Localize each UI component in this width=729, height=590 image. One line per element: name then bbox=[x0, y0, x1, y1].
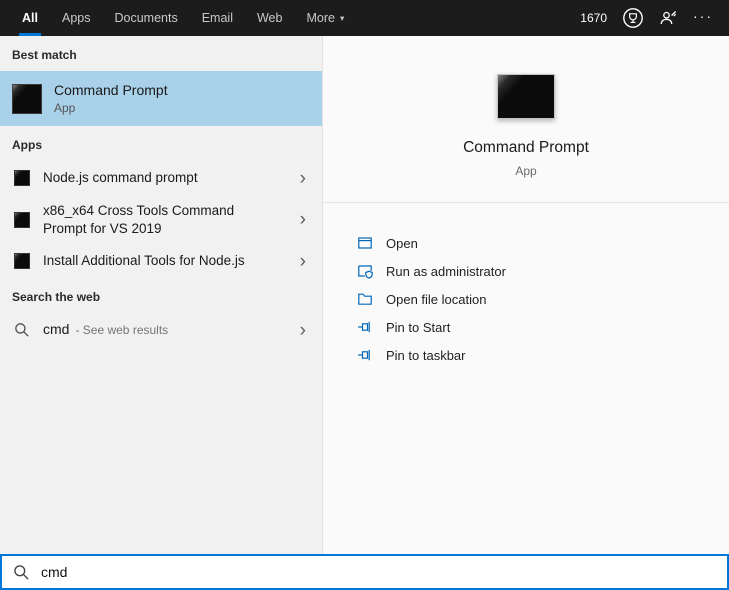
web-result-text: cmd - See web results bbox=[43, 321, 168, 339]
taskbar-search-box[interactable] bbox=[0, 554, 729, 590]
tab-more[interactable]: More ▾ bbox=[294, 0, 356, 36]
result-nodejs-command-prompt[interactable]: Node.js command prompt › bbox=[0, 161, 322, 195]
tab-more-label: More bbox=[306, 11, 335, 25]
best-match-subtitle: App bbox=[54, 101, 76, 115]
web-suffix: - See web results bbox=[75, 323, 169, 338]
action-label: Run as administrator bbox=[386, 263, 506, 279]
action-list: Open Run as administrator Open file loca… bbox=[323, 203, 729, 369]
search-icon bbox=[15, 323, 29, 337]
pin-icon bbox=[358, 321, 370, 333]
folder-icon bbox=[358, 293, 372, 305]
search-icon bbox=[14, 564, 29, 580]
result-command-prompt[interactable]: Command Prompt App bbox=[0, 71, 322, 126]
action-label: Open bbox=[386, 235, 418, 251]
search-input[interactable] bbox=[41, 564, 716, 580]
preview-title: Command Prompt bbox=[463, 139, 589, 156]
command-prompt-icon-large bbox=[497, 74, 555, 119]
pin-icon bbox=[358, 349, 370, 361]
action-pin-to-taskbar[interactable]: Pin to taskbar bbox=[357, 341, 729, 369]
preview-header: Command Prompt App bbox=[323, 36, 729, 203]
search-the-web-header: Search the web bbox=[12, 290, 101, 305]
apps-header: Apps bbox=[12, 138, 42, 152]
action-open-file-location[interactable]: Open file location bbox=[357, 285, 729, 313]
expand-chevron-icon[interactable]: › bbox=[290, 321, 316, 340]
result-title: Install Additional Tools for Node.js bbox=[43, 253, 245, 269]
action-label: Pin to taskbar bbox=[386, 347, 466, 363]
action-pin-to-start[interactable]: Pin to Start bbox=[357, 313, 729, 341]
feedback-icon[interactable] bbox=[659, 9, 678, 28]
expand-chevron-icon[interactable]: › bbox=[290, 210, 316, 229]
app-icon bbox=[14, 211, 30, 228]
filter-tabs: All Apps Documents Email Web More ▾ bbox=[0, 0, 356, 36]
result-title: x86_x64 Cross Tools Command Prompt for V… bbox=[43, 203, 235, 236]
best-match-header: Best match bbox=[12, 48, 77, 62]
expand-chevron-icon[interactable]: › bbox=[290, 252, 316, 271]
tab-email[interactable]: Email bbox=[190, 0, 245, 36]
web-query: cmd bbox=[43, 321, 70, 338]
tab-apps[interactable]: Apps bbox=[50, 0, 103, 36]
rewards-points-count: 1670 bbox=[580, 11, 607, 25]
topbar-right-cluster: 1670 ··· bbox=[580, 0, 729, 36]
tab-all[interactable]: All bbox=[10, 0, 50, 36]
best-match-title: Command Prompt bbox=[54, 82, 168, 98]
action-label: Open file location bbox=[386, 291, 487, 307]
search-results-panel: Best match Command Prompt App Apps Node.… bbox=[0, 36, 322, 554]
tab-documents[interactable]: Documents bbox=[102, 0, 189, 36]
action-open[interactable]: Open bbox=[357, 229, 729, 257]
expand-chevron-icon[interactable]: › bbox=[290, 169, 316, 188]
action-label: Pin to Start bbox=[386, 319, 451, 335]
tab-web[interactable]: Web bbox=[245, 0, 294, 36]
chevron-down-icon: ▾ bbox=[339, 12, 345, 23]
result-x86-x64-cross-tools[interactable]: x86_x64 Cross Tools Command Prompt for V… bbox=[0, 195, 322, 244]
command-prompt-icon bbox=[12, 83, 42, 114]
action-run-as-administrator[interactable]: Run as administrator bbox=[357, 257, 729, 285]
result-install-additional-tools[interactable]: Install Additional Tools for Node.js › bbox=[0, 244, 322, 278]
result-web-search-cmd[interactable]: cmd - See web results › bbox=[0, 313, 322, 347]
admin-shield-icon bbox=[358, 265, 373, 279]
open-icon bbox=[358, 237, 372, 249]
preview-subtitle: App bbox=[515, 164, 537, 178]
preview-panel: Command Prompt App Open Run as administr… bbox=[322, 36, 729, 554]
app-icon bbox=[14, 170, 30, 186]
best-match-text: Command Prompt App bbox=[54, 82, 168, 115]
app-icon bbox=[14, 253, 30, 270]
search-filter-bar: All Apps Documents Email Web More ▾ 1670 bbox=[0, 0, 729, 36]
result-title: Node.js command prompt bbox=[43, 170, 198, 186]
more-options-icon[interactable]: ··· bbox=[693, 8, 713, 28]
rewards-icon[interactable] bbox=[622, 7, 644, 29]
